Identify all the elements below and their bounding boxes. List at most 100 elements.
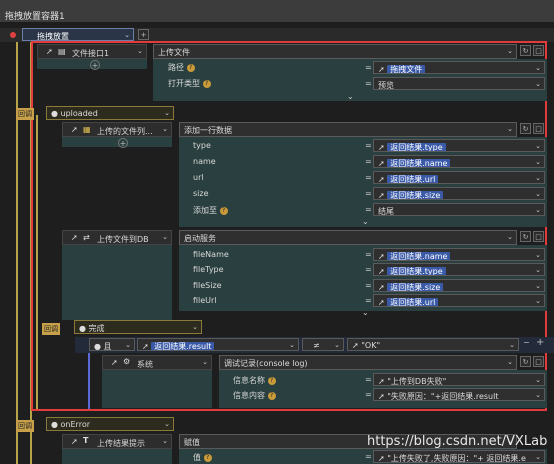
param-value[interactable]: ➚ "上传失败了,失败原因："+ 返回结果.e ⌄ <box>373 450 545 463</box>
chevron-down-icon: ⌄ <box>334 341 340 349</box>
param-value[interactable]: 预览 ⌄ <box>373 77 545 90</box>
sys-action-select[interactable]: 调试记录(console log) ⌄ <box>219 355 517 370</box>
condition-left-select[interactable]: ➚ 返回结果.result ⌄ <box>137 338 299 351</box>
dot-icon: ● <box>94 342 101 351</box>
cursor-icon: ➚ <box>71 125 78 134</box>
chevron-down-icon: ⌄ <box>289 341 295 349</box>
param-value[interactable]: ➚ "上传到DB失败" ⌄ <box>373 373 545 386</box>
chevron-down-icon: ⌄ <box>535 190 541 198</box>
param-name-text: 信息内容 <box>233 391 265 400</box>
param-value[interactable]: ➚ 返回结果.size ⌄ <box>373 279 545 292</box>
operator-select[interactable]: ≠ ⌄ <box>302 338 344 351</box>
list-node-header[interactable]: ➚ ▦ 上传的文件列... ⌄ <box>62 122 172 137</box>
param-name: 信息内容 ? <box>233 390 276 401</box>
chevron-down-icon: ⌄ <box>507 233 513 241</box>
chevron-down-icon: ⌄ <box>535 391 541 399</box>
chevron-down-icon: ⌄ <box>137 47 143 55</box>
add-button[interactable]: + <box>138 29 149 40</box>
param-value[interactable]: ➚ 返回结果.type ⌄ <box>373 263 545 276</box>
event-label: uploaded <box>60 109 98 118</box>
callback-tag: 回调 <box>16 108 34 120</box>
param-name: fileUrl <box>193 296 217 305</box>
file-if-action-select[interactable]: 上传文件 ⌄ <box>153 44 517 59</box>
param-value[interactable]: ➚ 返回结果.url ⌄ <box>373 171 545 184</box>
param-value-text: "失败原因："+返回结果.result <box>387 392 499 401</box>
file-if-label: 文件接口1 <box>72 49 110 58</box>
square-icon[interactable]: □ <box>533 356 544 367</box>
text-icon: T <box>83 436 89 445</box>
help-icon: ? <box>202 79 211 88</box>
cursor-icon: ➚ <box>378 377 385 386</box>
square-icon[interactable]: □ <box>533 231 544 242</box>
square-icon[interactable]: □ <box>533 45 544 56</box>
condition-keyword-select[interactable]: ● 且 ⌄ <box>89 338 135 351</box>
minus-icon[interactable]: − <box>523 338 530 347</box>
chevron-down-icon: ⌄ <box>507 125 513 133</box>
param-name: fileName <box>193 250 229 259</box>
param-value[interactable]: ➚ 返回结果.type ⌄ <box>373 139 545 152</box>
event-label: 完成 <box>88 324 105 333</box>
collapse-icon[interactable]: ⌄ <box>362 308 369 317</box>
param-value-text: "上传失败了,失败原因："+ 返回结果.e <box>387 454 526 463</box>
condition-left: 返回结果.result <box>151 342 215 350</box>
event-select[interactable]: ● uploaded ⌄ <box>46 106 174 120</box>
breakpoint-icon[interactable] <box>10 32 16 38</box>
db-node-label: 上传文件到DB <box>97 235 149 244</box>
callback-tag: 回调 <box>16 420 34 432</box>
db-action-select[interactable]: 启动服务 ⌄ <box>179 230 517 245</box>
chevron-down-icon: ⌄ <box>509 341 515 349</box>
chevron-down-icon: ⌄ <box>164 109 170 117</box>
param-value-text: 返回结果.size <box>387 283 444 291</box>
param-value-text: 返回结果.name <box>387 159 451 167</box>
root-select[interactable]: 拖拽放置 ⌄ <box>22 28 134 41</box>
param-value[interactable]: ➚ 返回结果.name ⌄ <box>373 155 545 168</box>
chevron-down-icon: ⌄ <box>507 47 513 55</box>
event-select[interactable]: ● 完成 ⌄ <box>74 320 202 334</box>
square-icon[interactable]: □ <box>533 123 544 134</box>
chevron-down-icon: ⌄ <box>535 266 541 274</box>
list-action-select[interactable]: 添加一行数据 ⌄ <box>179 122 517 137</box>
param-value[interactable]: ➚ "失败原因："+返回结果.result ⌄ <box>373 388 545 401</box>
sys-node-header[interactable]: ➚ ⚙ 系统 ⌄ <box>102 355 212 370</box>
refresh-icon[interactable]: ↻ <box>520 123 531 134</box>
file-if-header[interactable]: ➚ ▤ 文件接口1 ⌄ <box>37 44 147 59</box>
help-icon: ? <box>203 453 212 462</box>
db-node-header[interactable]: ➚ ⇄ 上传文件到DB ⌄ <box>62 230 172 245</box>
param-value[interactable]: ➚ 返回结果.name ⌄ <box>373 248 545 261</box>
event-select[interactable]: ● onError ⌄ <box>46 417 174 431</box>
param-value[interactable]: 结尾 ⌄ <box>373 203 545 216</box>
tip-node-label: 上传结果提示 <box>97 439 145 448</box>
refresh-icon[interactable]: ↻ <box>520 231 531 242</box>
param-name: 信息名称 ? <box>233 375 276 386</box>
refresh-icon[interactable]: ↻ <box>520 45 531 56</box>
param-value[interactable]: ➚ 返回结果.size ⌄ <box>373 187 545 200</box>
cursor-icon: ➚ <box>71 437 78 446</box>
cursor-icon: ➚ <box>378 298 385 307</box>
root-label: 拖拽放置 <box>37 32 69 41</box>
node-body <box>62 137 172 147</box>
cursor-icon: ➚ <box>378 454 385 463</box>
cursor-icon: ➚ <box>46 47 53 56</box>
cursor-icon: ➚ <box>378 267 385 276</box>
equals: = <box>365 390 372 399</box>
equals: = <box>365 157 372 166</box>
chevron-down-icon: ⌄ <box>535 174 541 182</box>
add-child-button[interactable]: + <box>118 138 128 148</box>
param-name-text: 添加至 <box>193 206 217 215</box>
param-name: fileType <box>193 265 224 274</box>
collapse-icon[interactable]: ⌄ <box>347 92 354 101</box>
refresh-icon[interactable]: ↻ <box>520 356 531 367</box>
equals: = <box>365 205 372 214</box>
param-value[interactable]: ➚ 拖拽文件 ⌄ <box>373 61 545 74</box>
chevron-down-icon: ⌄ <box>535 376 541 384</box>
callback-tag: 回调 <box>42 323 60 335</box>
param-value[interactable]: ➚ 返回结果.url ⌄ <box>373 294 545 307</box>
condition-right-select[interactable]: ➚ "OK" ⌄ <box>347 338 519 351</box>
param-value-text: 返回结果.url <box>387 175 439 183</box>
node-body <box>62 449 172 464</box>
chevron-down-icon: ⌄ <box>202 358 208 366</box>
tip-node-header[interactable]: ➚ T 上传结果提示 ⌄ <box>62 434 172 449</box>
add-child-button[interactable]: + <box>90 60 100 70</box>
plus-icon[interactable]: + <box>536 337 544 348</box>
collapse-icon[interactable]: ⌄ <box>362 217 369 226</box>
